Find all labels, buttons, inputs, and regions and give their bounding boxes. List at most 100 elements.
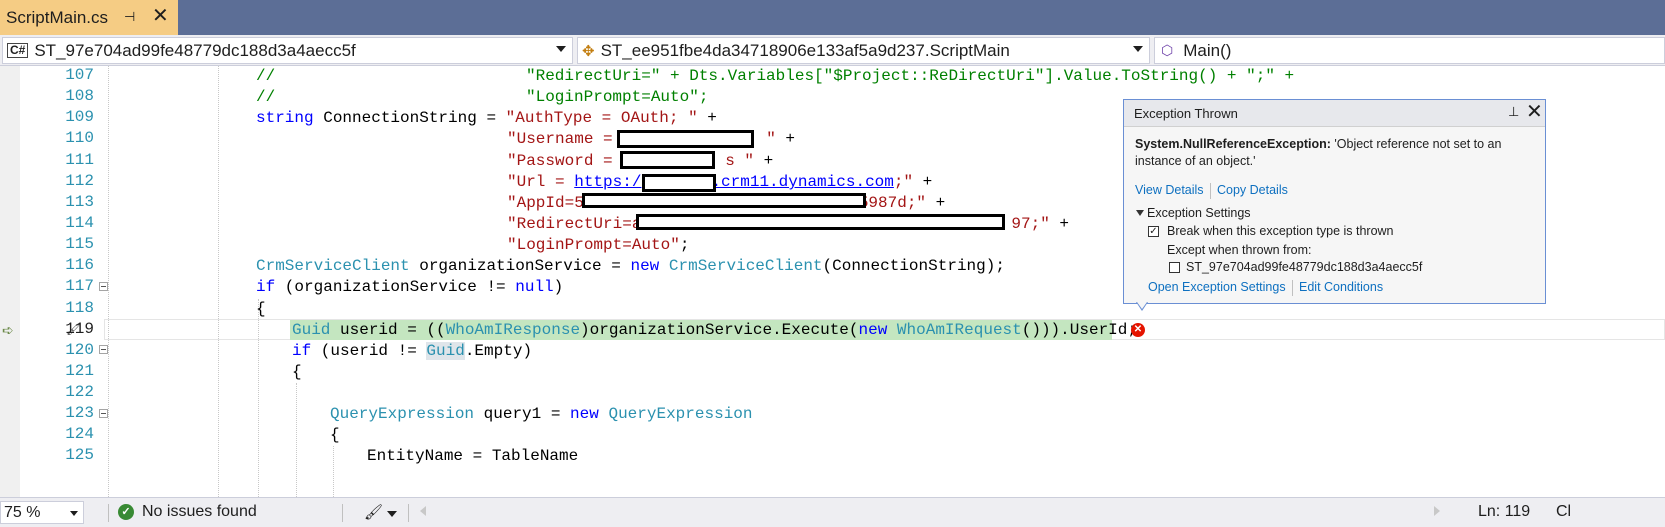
type-name: WhoAmIResponse xyxy=(445,321,581,339)
code-text: { xyxy=(330,426,340,444)
check-circle-icon[interactable]: ✓ xyxy=(118,504,134,520)
comment: // xyxy=(256,88,276,106)
line-number: 112 xyxy=(65,172,94,190)
view-details-link[interactable]: View Details xyxy=(1135,183,1204,197)
code-text: + xyxy=(926,194,946,212)
member-dropdown[interactable]: ⬡ Main() xyxy=(1154,37,1665,64)
code-text: { xyxy=(292,363,302,381)
code-text: .Empty) xyxy=(464,342,533,360)
scroll-left-icon[interactable] xyxy=(420,506,426,516)
code-line-108-cont: "LoginPrompt=Auto"; xyxy=(526,87,708,108)
link-separator xyxy=(1210,183,1211,199)
status-separator xyxy=(408,504,409,522)
code-text: ) xyxy=(553,278,564,296)
exception-message: System.NullReferenceException: 'Object r… xyxy=(1135,136,1535,170)
popup-header: Exception Thrown ⊥ ✕ xyxy=(1124,100,1545,127)
chevron-down-icon[interactable] xyxy=(387,511,397,517)
scroll-right-icon[interactable] xyxy=(1434,506,1440,516)
code-line-108: // xyxy=(256,87,275,108)
code-line-107: // xyxy=(256,66,275,87)
code-line-120: if (userid != Guid.Empty) xyxy=(292,341,532,362)
code-line-123: QueryExpression query1 = new QueryExpres… xyxy=(330,404,753,425)
line-number: 116 xyxy=(65,256,94,274)
method-icon: ⬡ xyxy=(1161,42,1174,58)
string-literal: "AppId=5 xyxy=(507,194,584,212)
url-link[interactable]: https:/ xyxy=(574,173,641,191)
tab-scriptmain[interactable]: ScriptMain.cs ⊣ ✕ xyxy=(0,0,178,35)
string-literal: s " xyxy=(725,152,755,170)
type-name: Guid xyxy=(426,342,465,360)
expand-triangle-icon[interactable] xyxy=(1136,210,1144,216)
project-dropdown[interactable]: C# ST_97e704ad99fe48779dc188d3a4aecc5f xyxy=(2,37,573,64)
glyph-margin[interactable] xyxy=(0,66,20,497)
collapse-region-icon[interactable] xyxy=(99,282,108,291)
url-link[interactable]: .crm11.dynamics.com xyxy=(711,173,893,191)
keyword: if xyxy=(292,342,312,360)
keyword: string xyxy=(256,109,314,127)
indent-guide xyxy=(333,446,334,497)
keyword: new xyxy=(570,405,599,423)
document-tab-strip: ScriptMain.cs ⊣ ✕ xyxy=(0,0,1665,35)
code-line-125: EntityName = TableName xyxy=(367,446,578,467)
string-literal: "RedirectUri=a xyxy=(507,215,642,233)
break-checkbox[interactable]: ✓ xyxy=(1148,226,1159,237)
indent-guide xyxy=(296,383,297,497)
status-separator xyxy=(342,504,343,522)
except-module-checkbox[interactable] xyxy=(1169,262,1180,273)
code-line-107-cont: "RedirectUri=" + Dts.Variables["$Project… xyxy=(526,66,1294,87)
redaction-box xyxy=(617,130,754,148)
exception-settings-header[interactable]: Exception Settings xyxy=(1147,206,1251,220)
exception-error-icon[interactable]: ✕ xyxy=(1131,323,1145,337)
except-module-label[interactable]: ST_97e704ad99fe48779dc188d3a4aecc5f xyxy=(1186,260,1422,274)
code-text: (userid != xyxy=(311,342,427,360)
keyword: null xyxy=(515,278,554,296)
type-name: Guid xyxy=(292,321,331,339)
line-number: 110 xyxy=(65,129,94,147)
class-icon: ✥ xyxy=(582,42,595,60)
close-tab-icon[interactable]: ✕ xyxy=(152,6,169,26)
copy-details-link[interactable]: Copy Details xyxy=(1217,183,1288,197)
pin-popup-icon[interactable]: ⊥ xyxy=(1508,104,1519,120)
code-text: query1 = xyxy=(474,405,571,423)
code-text: + xyxy=(754,152,774,170)
open-exception-settings-link[interactable]: Open Exception Settings xyxy=(1148,280,1286,294)
zoom-value: 75 % xyxy=(4,504,41,521)
line-number: 118 xyxy=(65,299,94,317)
comment: // xyxy=(256,67,276,85)
line-number: 115 xyxy=(65,235,94,253)
close-popup-icon[interactable]: ✕ xyxy=(1526,101,1543,123)
break-checkbox-label[interactable]: Break when this exception type is thrown xyxy=(1167,224,1394,238)
string-literal: "Username = xyxy=(507,130,623,148)
navigation-bar: C# ST_97e704ad99fe48779dc188d3a4aecc5f ✥… xyxy=(0,35,1665,66)
code-text: userid = (( xyxy=(330,321,446,339)
code-text: (organizationService != xyxy=(275,278,516,296)
redaction-box xyxy=(642,174,716,192)
chevron-down-icon xyxy=(556,46,566,52)
project-dropdown-value: ST_97e704ad99fe48779dc188d3a4aecc5f xyxy=(34,40,356,60)
comment: "LoginPrompt=Auto"; xyxy=(526,88,709,106)
code-text: + xyxy=(697,109,717,127)
string-literal: 97;" xyxy=(1011,215,1050,233)
popup-pointer-inner xyxy=(1137,302,1147,309)
line-position[interactable]: Ln: 119 xyxy=(1478,503,1530,521)
collapse-region-icon[interactable] xyxy=(99,409,108,418)
code-text: )organizationService.Execute( xyxy=(580,321,859,339)
comment: "RedirectUri=" + Dts.Variables["$Project… xyxy=(526,67,1295,85)
current-statement-arrow-icon: ➪ xyxy=(2,322,14,338)
line-number: 107 xyxy=(65,66,94,84)
code-line-117: if (organizationService != null) xyxy=(256,277,563,298)
code-text: { xyxy=(256,300,266,318)
collapse-region-icon[interactable] xyxy=(99,345,108,354)
edit-conditions-link[interactable]: Edit Conditions xyxy=(1299,280,1383,294)
string-literal: "Url = xyxy=(507,173,575,191)
class-dropdown-value: ST_ee951fbe4da34718906e133af5a9d237.Scri… xyxy=(600,40,1010,60)
column-position[interactable]: Cl xyxy=(1556,503,1571,521)
code-line-118: { xyxy=(256,299,266,320)
zoom-dropdown[interactable]: 75 % xyxy=(0,501,84,524)
code-cleanup-icon[interactable]: 🖌 xyxy=(364,503,383,521)
pin-tab-icon[interactable]: ⊣ xyxy=(124,9,135,25)
string-literal: ;" xyxy=(893,173,914,191)
line-number-current: 119 xyxy=(65,320,94,338)
issues-status[interactable]: No issues found xyxy=(142,503,257,521)
class-dropdown[interactable]: ✥ ST_ee951fbe4da34718906e133af5a9d237.Sc… xyxy=(577,37,1150,64)
